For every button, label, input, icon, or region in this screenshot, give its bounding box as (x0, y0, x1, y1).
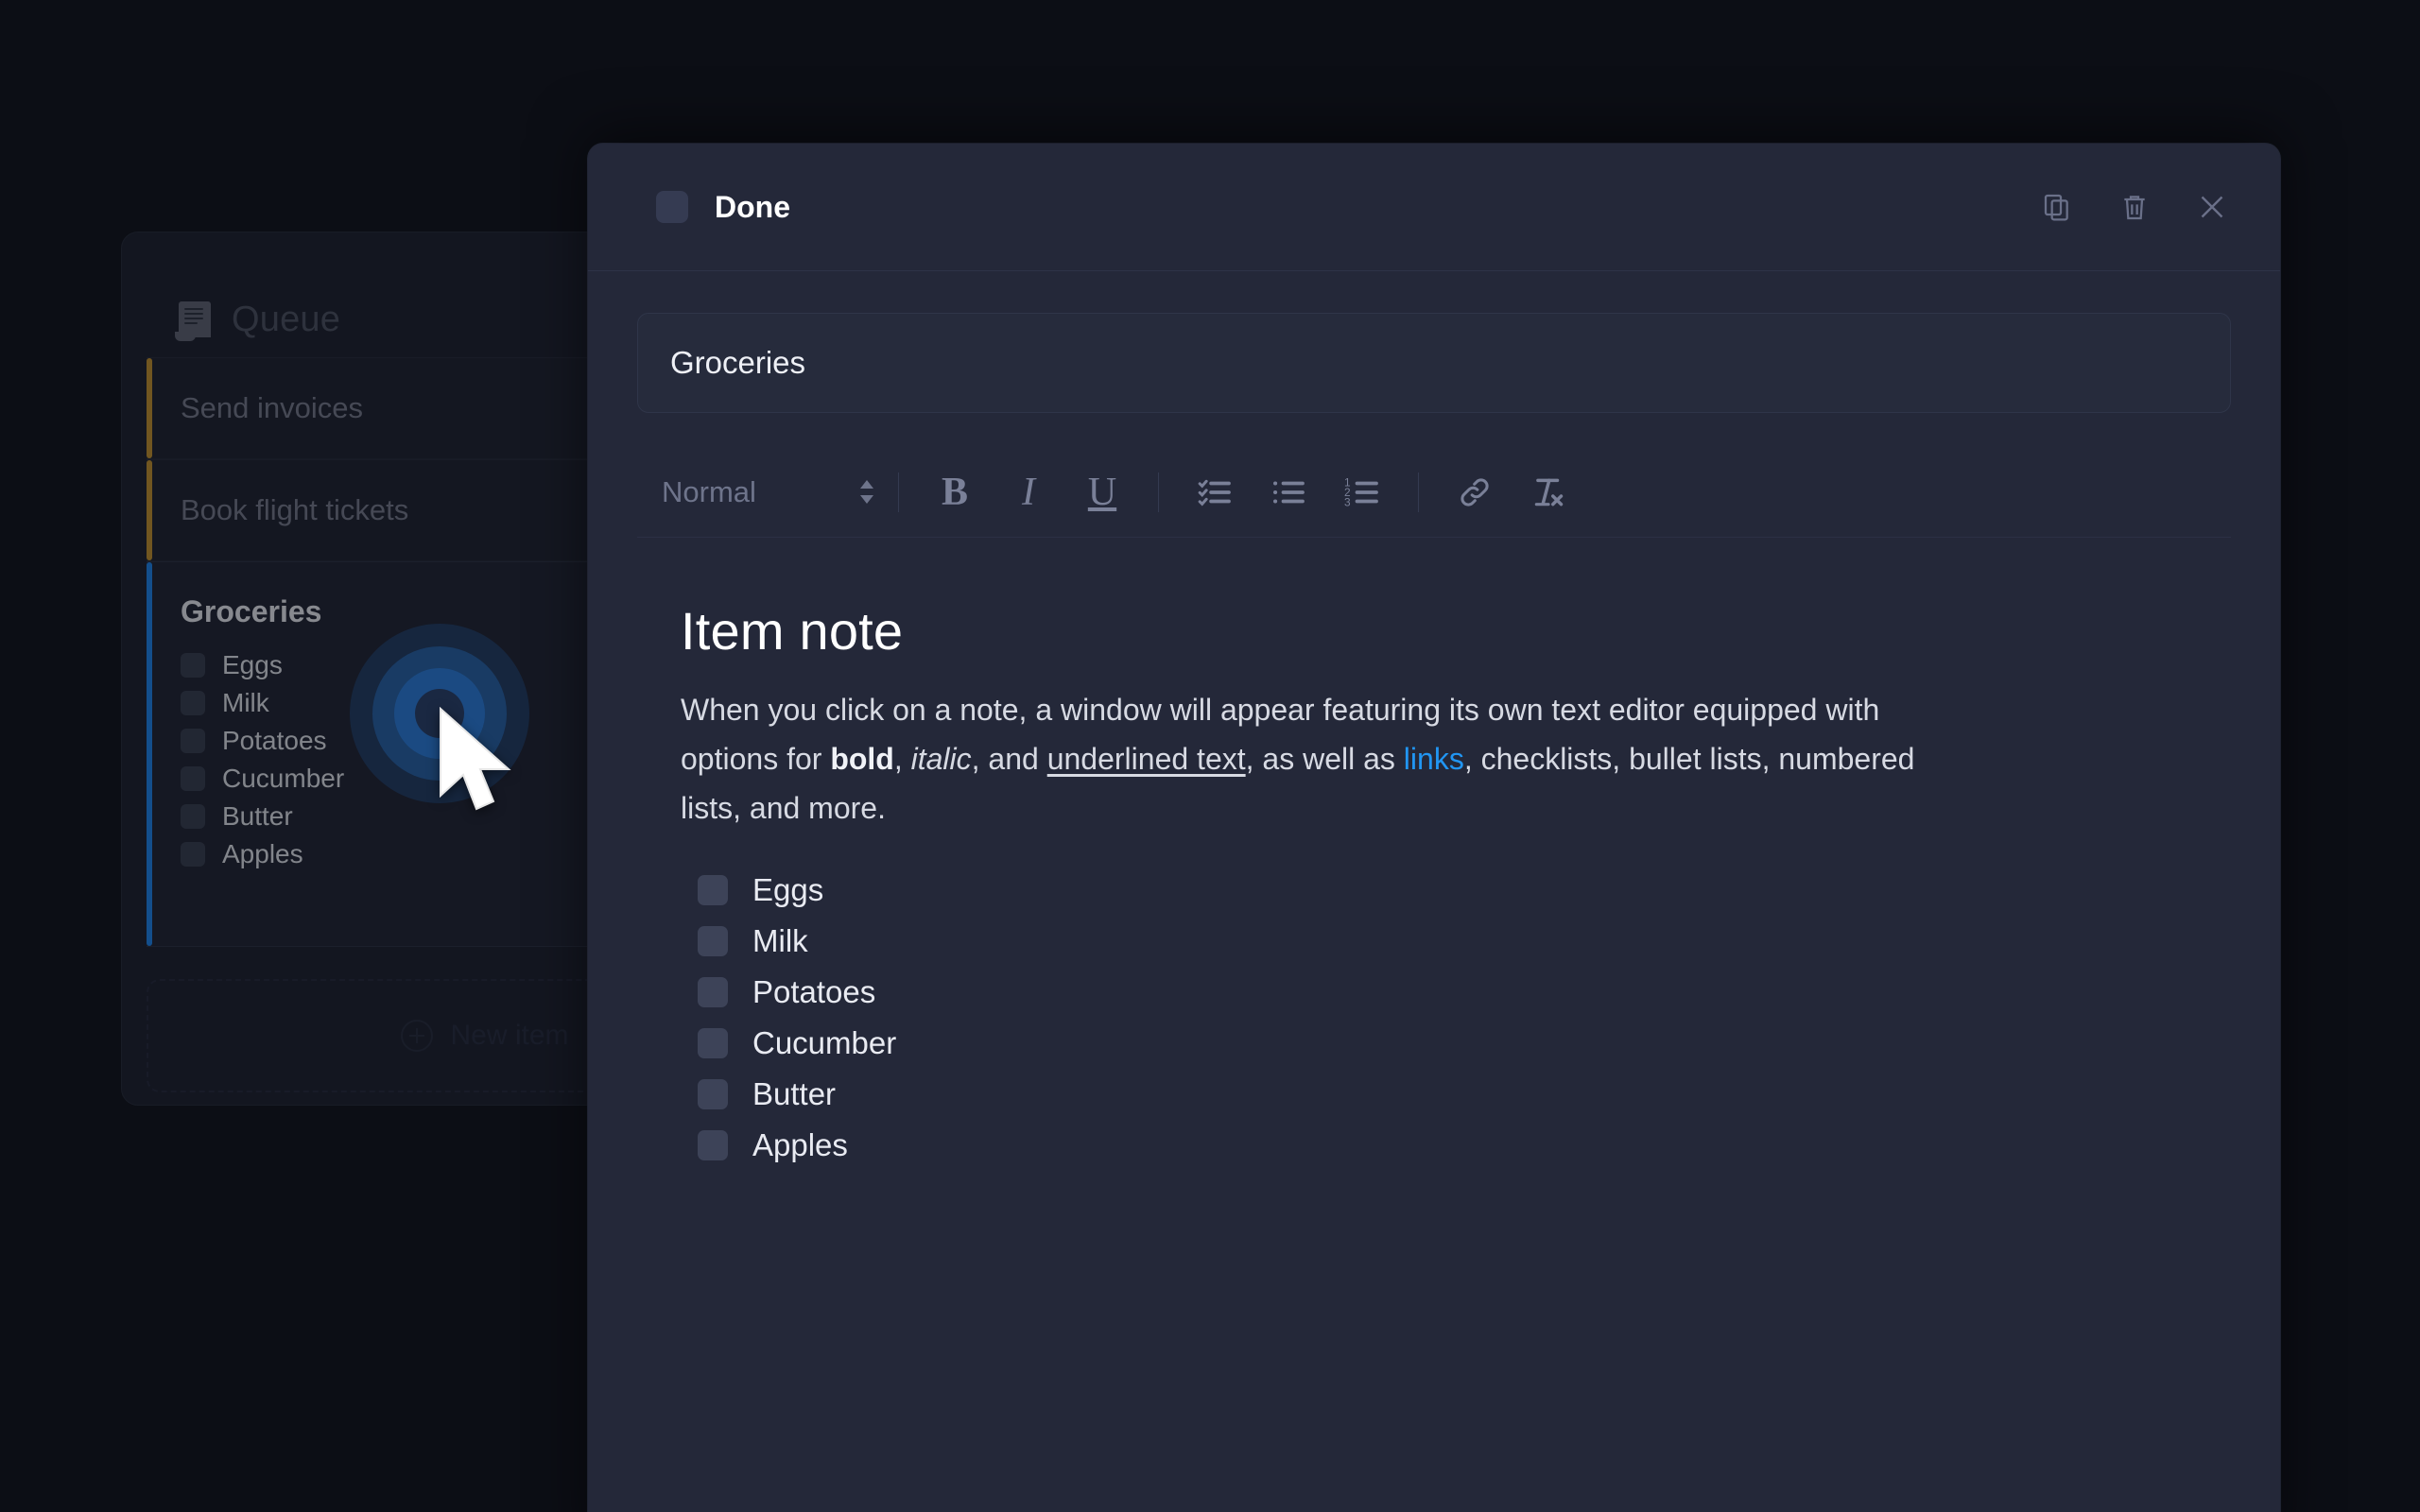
note-checklist-row[interactable]: Butter (698, 1073, 2187, 1116)
queue-item-checklist: Eggs Milk Potatoes Cucumber Butter Apple… (181, 650, 344, 869)
underline-glyph: U (1087, 470, 1117, 514)
toolbar-divider (898, 472, 899, 512)
checklist-label: Potatoes (222, 726, 327, 755)
checklist-row[interactable]: Eggs (181, 650, 344, 680)
checklist-label: Cucumber (222, 764, 345, 793)
note-checklist-label: Milk (752, 923, 808, 959)
note-checklist-row[interactable]: Potatoes (698, 971, 2187, 1014)
checkbox[interactable] (181, 653, 205, 678)
bullet-list-button[interactable] (1257, 461, 1320, 524)
checkbox[interactable] (181, 766, 205, 791)
note-checklist-row[interactable]: Cucumber (698, 1022, 2187, 1065)
note-checklist-label: Potatoes (752, 974, 876, 1010)
checklist-row[interactable]: Potatoes (181, 726, 344, 756)
chevron-updown-icon (860, 480, 873, 504)
modal-header: Done (588, 144, 2280, 271)
editor-toolbar: Normal B I U 1 2 3 (637, 447, 2231, 538)
note-checklist-row[interactable]: Eggs (698, 868, 2187, 912)
note-checklist-label: Eggs (752, 872, 824, 908)
note-text-part3: , and (971, 741, 1047, 776)
queue-item-label: Send invoices (181, 391, 364, 424)
queue-item-label: Groceries (181, 594, 322, 628)
note-checklist: Eggs Milk Potatoes Cucumber Butter Apple… (681, 868, 2187, 1167)
checkbox[interactable] (698, 1079, 728, 1110)
checkbox[interactable] (698, 926, 728, 957)
done-label: Done (715, 189, 790, 224)
note-link[interactable]: links (1404, 742, 1464, 776)
checkbox[interactable] (698, 875, 728, 906)
checkbox[interactable] (698, 977, 728, 1008)
note-text-part4: , as well as (1245, 741, 1404, 776)
note-checklist-row[interactable]: Apples (698, 1124, 2187, 1167)
style-select[interactable]: Normal (637, 475, 873, 509)
plus-circle-icon (401, 1020, 434, 1052)
toolbar-divider (1418, 472, 1419, 512)
bold-glyph: B (941, 470, 968, 514)
new-item-label: New item (450, 1020, 569, 1051)
checkbox[interactable] (181, 842, 205, 867)
checklist-row[interactable]: Butter (181, 801, 344, 832)
clear-format-button[interactable] (1517, 461, 1580, 524)
note-checklist-label: Apples (752, 1127, 848, 1163)
queue-item-label: Book flight tickets (181, 493, 409, 526)
duplicate-icon[interactable] (2038, 188, 2076, 226)
note-checklist-label: Cucumber (752, 1025, 897, 1061)
checklist-label: Eggs (222, 650, 283, 679)
checklist-row[interactable]: Apples (181, 839, 344, 869)
scroll-icon (175, 301, 211, 341)
checklist-button[interactable] (1184, 461, 1246, 524)
note-checklist-label: Butter (752, 1076, 837, 1112)
link-button[interactable] (1443, 461, 1506, 524)
close-icon[interactable] (2193, 188, 2231, 226)
checkbox[interactable] (181, 691, 205, 715)
underline-button[interactable]: U (1071, 461, 1133, 524)
checkbox[interactable] (698, 1130, 728, 1161)
modal-header-actions (2038, 188, 2231, 226)
done-checkbox[interactable] (656, 191, 688, 223)
note-checklist-row[interactable]: Milk (698, 919, 2187, 963)
italic-button[interactable]: I (997, 461, 1060, 524)
accent-bar (147, 358, 152, 458)
trash-icon[interactable] (2116, 188, 2153, 226)
item-title-input[interactable]: Groceries (637, 313, 2231, 413)
note-editor[interactable]: Item note When you click on a note, a wi… (637, 538, 2231, 1167)
note-heading: Item note (681, 601, 904, 661)
toolbar-divider (1158, 472, 1159, 512)
modal-body: Groceries Normal B I U 1 2 3 Item note W… (588, 271, 2280, 1167)
checkbox[interactable] (698, 1028, 728, 1059)
checkbox[interactable] (181, 804, 205, 829)
item-detail-modal: Done Groceries Normal B I U 1 2 3 Item n… (588, 144, 2280, 1512)
note-text-part2: , (893, 741, 911, 776)
item-title-value: Groceries (670, 345, 806, 380)
checkbox[interactable] (181, 729, 205, 753)
accent-bar (147, 562, 152, 946)
italic-glyph: I (1022, 470, 1035, 514)
style-select-value: Normal (662, 474, 756, 508)
note-paragraph: When you click on a note, a window will … (681, 686, 1938, 833)
note-text-underlined: underlined text (1046, 741, 1246, 776)
queue-title: Queue (232, 299, 341, 339)
svg-text:3: 3 (1344, 495, 1351, 508)
note-text-bold: bold (830, 741, 894, 776)
checklist-row[interactable]: Milk (181, 688, 344, 718)
accent-bar (147, 460, 152, 560)
checklist-label: Butter (222, 801, 293, 831)
numbered-list-button[interactable]: 1 2 3 (1331, 461, 1393, 524)
checklist-label: Milk (222, 688, 269, 717)
checklist-row[interactable]: Cucumber (181, 764, 344, 794)
bold-button[interactable]: B (924, 461, 986, 524)
checklist-label: Apples (222, 839, 303, 868)
note-text-italic: italic (910, 741, 972, 776)
